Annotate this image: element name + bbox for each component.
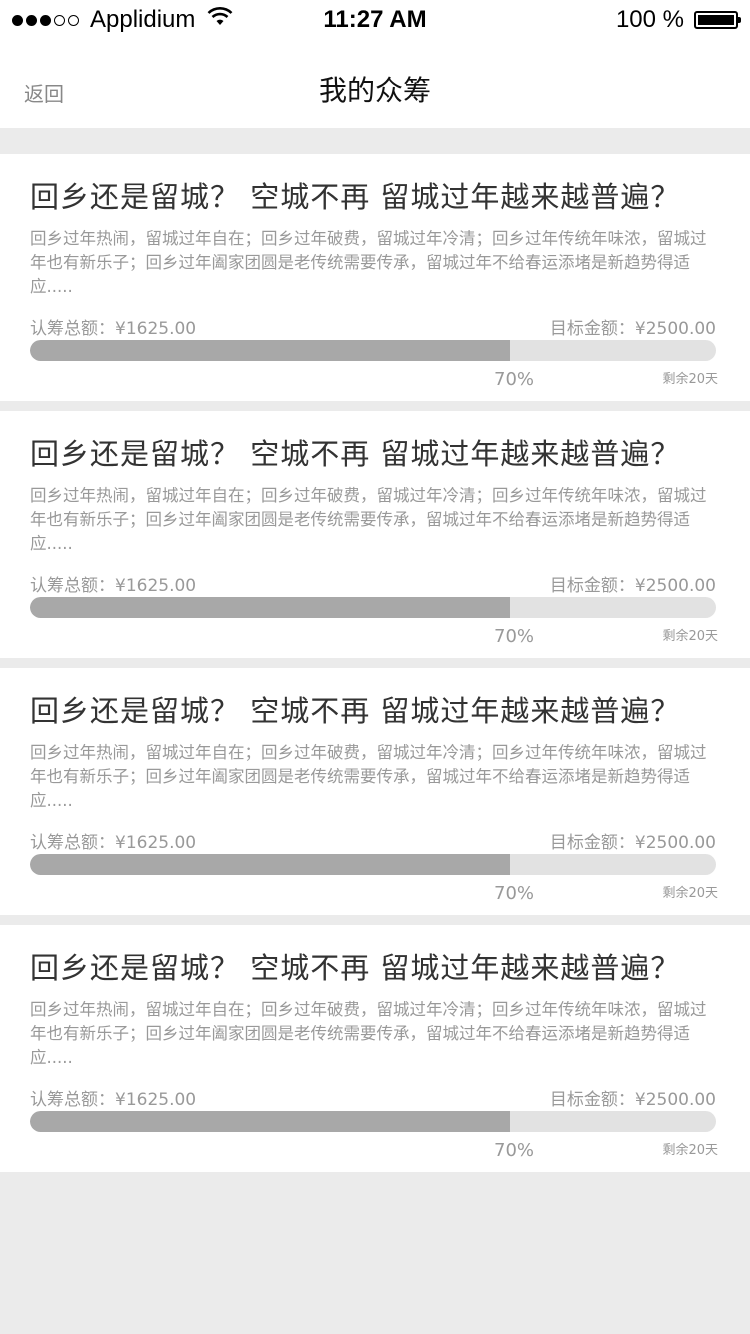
progress-bar (30, 1111, 716, 1132)
progress-percent: 70% (494, 883, 535, 904)
raised-amount: 认筹总额：¥1625.00 (30, 833, 197, 853)
days-remaining: 剩余20天 (662, 629, 718, 644)
battery-group: 100 % (615, 6, 741, 34)
project-card[interactable]: 回乡还是留城？ 空城不再 留城过年越来越普遍？ 回乡过年热闹，留城过年自在；回乡… (0, 154, 750, 401)
project-title: 回乡还是留城？ 空城不再 留城过年越来越普遍？ (30, 951, 681, 985)
target-amount: 目标金额：¥2500.00 (549, 319, 716, 339)
days-remaining: 剩余20天 (662, 372, 718, 387)
progress-fill (30, 854, 511, 875)
project-description: 回乡过年热闹，留城过年自在；回乡过年破费，留城过年冷清；回乡过年传统年味浓，留城… (30, 743, 707, 810)
crowdfunding-list: 回乡还是留城？ 空城不再 留城过年越来越普遍？ 回乡过年热闹，留城过年自在；回乡… (0, 154, 750, 1182)
progress-fill (30, 1111, 511, 1132)
raised-amount: 认筹总额：¥1625.00 (30, 319, 197, 339)
project-card[interactable]: 回乡还是留城？ 空城不再 留城过年越来越普遍？ 回乡过年热闹，留城过年自在；回乡… (0, 668, 750, 915)
progress-bar (30, 340, 716, 361)
progress-percent: 70% (494, 369, 535, 390)
target-amount: 目标金额：¥2500.00 (549, 833, 716, 853)
days-remaining: 剩余20天 (662, 886, 718, 901)
project-description: 回乡过年热闹，留城过年自在；回乡过年破费，留城过年冷清；回乡过年传统年味浓，留城… (30, 486, 707, 553)
progress-fill (30, 597, 511, 618)
project-description: 回乡过年热闹，留城过年自在；回乡过年破费，留城过年冷清；回乡过年传统年味浓，留城… (30, 229, 707, 296)
raised-amount: 认筹总额：¥1625.00 (30, 576, 197, 596)
target-amount: 目标金额：¥2500.00 (549, 1090, 716, 1110)
battery-icon (694, 11, 741, 29)
navigation-bar: 返回 我的众筹 (0, 40, 750, 128)
progress-fill (30, 340, 511, 361)
days-remaining: 剩余20天 (662, 1143, 718, 1158)
page-title: 我的众筹 (318, 74, 431, 107)
progress-percent: 70% (494, 626, 535, 647)
progress-bar (30, 854, 716, 875)
project-title: 回乡还是留城？ 空城不再 留城过年越来越普遍？ (30, 437, 681, 471)
project-card[interactable]: 回乡还是留城？ 空城不再 留城过年越来越普遍？ 回乡过年热闹，留城过年自在；回乡… (0, 925, 750, 1172)
battery-level (698, 15, 734, 25)
status-bar: Applidium 11:27 AM 100 % (0, 0, 750, 40)
progress-bar (30, 597, 716, 618)
project-description: 回乡过年热闹，留城过年自在；回乡过年破费，留城过年冷清；回乡过年传统年味浓，留城… (30, 1000, 707, 1067)
battery-percent: 100 % (615, 6, 684, 33)
project-title: 回乡还是留城？ 空城不再 留城过年越来越普遍？ (30, 180, 681, 214)
project-title: 回乡还是留城？ 空城不再 留城过年越来越普遍？ (30, 694, 681, 728)
target-amount: 目标金额：¥2500.00 (549, 576, 716, 596)
raised-amount: 认筹总额：¥1625.00 (30, 1090, 197, 1110)
project-card[interactable]: 回乡还是留城？ 空城不再 留城过年越来越普遍？ 回乡过年热闹，留城过年自在；回乡… (0, 411, 750, 658)
progress-percent: 70% (494, 1140, 535, 1161)
